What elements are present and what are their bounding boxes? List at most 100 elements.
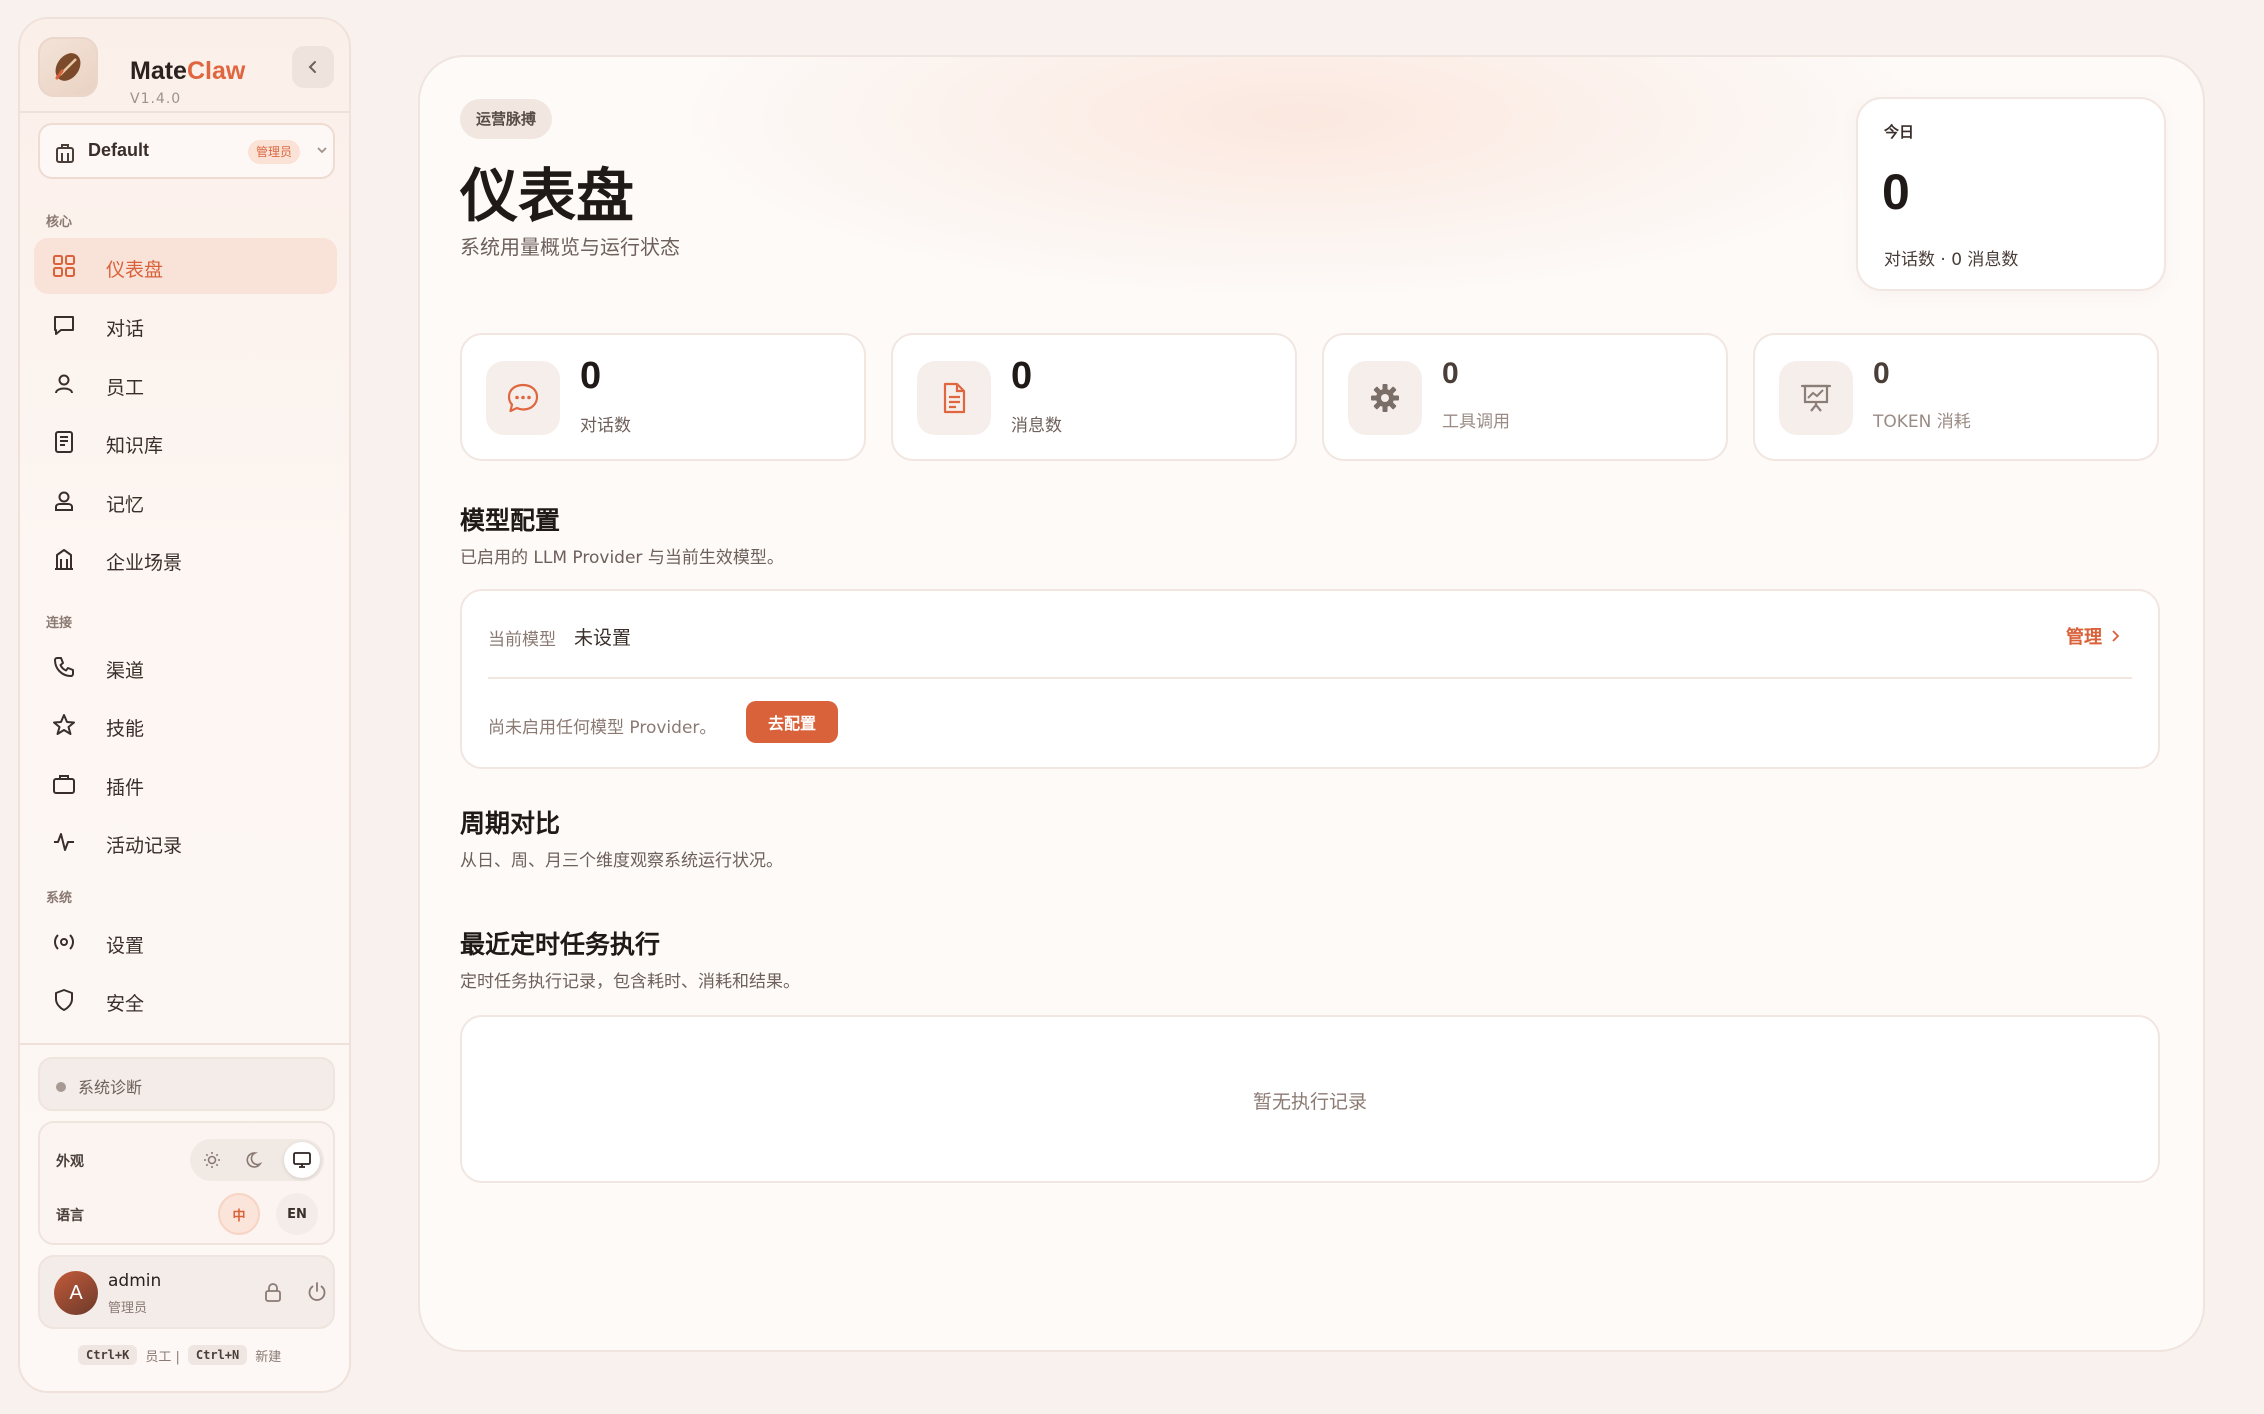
- brand: MateClaw V1.4.0: [38, 37, 333, 111]
- user-role: 管理员: [108, 1301, 148, 1316]
- phone-icon: [54, 657, 74, 677]
- sidebar-item-activity[interactable]: 活动记录: [34, 814, 337, 870]
- today-value: 0: [1882, 164, 1910, 220]
- person-icon: [55, 374, 73, 394]
- sidebar-item-channels[interactable]: 渠道: [34, 639, 337, 695]
- chevron-left-icon: [308, 61, 316, 73]
- preferences-panel: 外观 语言 中 EN: [38, 1121, 335, 1245]
- status-dot-icon: [56, 1082, 66, 1092]
- stat-card-conversations: 0 对话数: [460, 333, 866, 461]
- grid-icon: [53, 255, 75, 277]
- presentation-chart-icon: [1779, 361, 1853, 435]
- sidebar-item-skills[interactable]: 技能: [34, 697, 337, 753]
- shortcut-label: 新建: [255, 1349, 282, 1365]
- workspace-select[interactable]: Default 管理员: [38, 123, 335, 179]
- page-eyebrow-badge: 运营脉搏: [460, 99, 553, 139]
- appearance-label: 外观: [56, 1154, 84, 1170]
- brand-name: MateClaw: [130, 57, 246, 85]
- sidebar-item-plugins[interactable]: 插件: [34, 756, 337, 812]
- book-icon: [55, 431, 73, 453]
- sidebar-item-knowledge[interactable]: 知识库: [34, 414, 337, 470]
- lang-zh-button[interactable]: 中: [218, 1193, 260, 1235]
- system-diagnostics-button[interactable]: 系统诊断: [38, 1057, 335, 1111]
- configure-provider-button[interactable]: 去配置: [746, 701, 838, 743]
- stat-label: TOKEN 消耗: [1873, 412, 1971, 432]
- collapse-sidebar-button[interactable]: [292, 46, 334, 88]
- sidebar-item-label: 插件: [106, 777, 145, 799]
- user-card: A admin 管理员: [38, 1255, 335, 1329]
- activity-icon: [54, 833, 74, 851]
- sidebar-item-memory[interactable]: 记忆: [34, 473, 337, 529]
- moon-icon: [246, 1152, 263, 1168]
- lock-icon[interactable]: [262, 1281, 284, 1303]
- diagnostics-label: 系统诊断: [78, 1078, 143, 1097]
- stat-label: 对话数: [580, 416, 631, 436]
- today-meta: 对话数 · 0 消息数: [1884, 250, 2019, 270]
- divider: [20, 1043, 349, 1045]
- manage-label: 管理: [2066, 627, 2102, 648]
- briefcase-icon: [53, 775, 75, 794]
- stat-value: 0: [1442, 357, 1459, 390]
- stat-card-tool-calls: 0 工具调用: [1322, 333, 1728, 461]
- sidebar-item-employees[interactable]: 员工: [34, 356, 337, 412]
- section-subtitle: 从日、周、月三个维度观察系统运行状况。: [460, 851, 783, 871]
- chevron-right-icon: [2112, 630, 2120, 642]
- avatar[interactable]: A: [54, 1271, 98, 1315]
- sidebar-item-label: 对话: [106, 318, 145, 340]
- section-title-period: 周期对比: [460, 809, 561, 838]
- stat-label: 消息数: [1011, 416, 1062, 436]
- shield-icon: [55, 989, 73, 1011]
- manage-models-link[interactable]: 管理: [2066, 623, 2120, 649]
- sidebar-item-enterprise[interactable]: 企业场景: [34, 531, 337, 587]
- sidebar-item-label: 记忆: [106, 494, 145, 516]
- memory-icon: [55, 491, 73, 511]
- divider: [488, 677, 2132, 679]
- sidebar-item-security[interactable]: 安全: [34, 972, 337, 1028]
- sidebar-item-dashboard[interactable]: 仪表盘: [34, 238, 337, 294]
- app-version: V1.4.0: [130, 91, 182, 107]
- lang-en-button[interactable]: EN: [276, 1193, 318, 1235]
- sidebar: MateClaw V1.4.0 Default 管理员 核心 仪表盘 对话 员工…: [18, 17, 351, 1393]
- stat-value: 0: [1011, 355, 1033, 397]
- sidebar-item-settings[interactable]: 设置: [34, 914, 337, 970]
- no-provider-note: 尚未启用任何模型 Provider。: [488, 718, 717, 738]
- section-label-connect: 连接: [46, 616, 73, 631]
- stat-value: 0: [580, 355, 602, 397]
- divider: [20, 111, 349, 113]
- stat-card-token-usage: 0 TOKEN 消耗: [1753, 333, 2159, 461]
- user-name: admin: [108, 1271, 162, 1291]
- today-label: 今日: [1884, 123, 1915, 141]
- document-icon: [917, 361, 991, 435]
- chat-icon: [54, 316, 74, 335]
- monitor-icon: [293, 1152, 311, 1168]
- shortcut-key: Ctrl+N: [187, 1345, 248, 1365]
- theme-light-button[interactable]: [194, 1142, 230, 1178]
- power-icon[interactable]: [306, 1281, 328, 1303]
- section-subtitle: 已启用的 LLM Provider 与当前生效模型。: [460, 548, 784, 568]
- theme-system-button[interactable]: [284, 1142, 320, 1178]
- chat-bubble-icon: [486, 361, 560, 435]
- chevron-down-icon: [317, 147, 327, 154]
- workspace-name: Default: [88, 140, 150, 160]
- sidebar-item-label: 活动记录: [106, 835, 183, 857]
- stat-card-messages: 0 消息数: [891, 333, 1297, 461]
- today-summary-card: 今日 0 对话数 · 0 消息数: [1856, 97, 2166, 291]
- sidebar-item-chat[interactable]: 对话: [34, 297, 337, 353]
- shortcut-key: Ctrl+K: [78, 1345, 138, 1365]
- theme-dark-button[interactable]: [238, 1142, 274, 1178]
- model-config-card: 当前模型 未设置 管理 尚未启用任何模型 Provider。 去配置: [460, 589, 2160, 769]
- page-title: 仪表盘: [460, 162, 635, 230]
- language-label: 语言: [56, 1208, 84, 1224]
- building-icon: [56, 144, 74, 163]
- stat-label: 工具调用: [1442, 412, 1510, 432]
- sidebar-item-label: 技能: [106, 718, 145, 740]
- page-subtitle: 系统用量概览与运行状态: [460, 235, 680, 259]
- section-title-model-config: 模型配置: [460, 506, 561, 535]
- section-label-core: 核心: [46, 215, 73, 230]
- section-title-scheduled-tasks: 最近定时任务执行: [460, 930, 661, 959]
- building-icon: [55, 549, 73, 570]
- role-badge: 管理员: [248, 140, 301, 164]
- star-icon: [53, 714, 75, 735]
- current-model-label: 当前模型: [488, 630, 556, 650]
- settings-icon: [54, 934, 74, 950]
